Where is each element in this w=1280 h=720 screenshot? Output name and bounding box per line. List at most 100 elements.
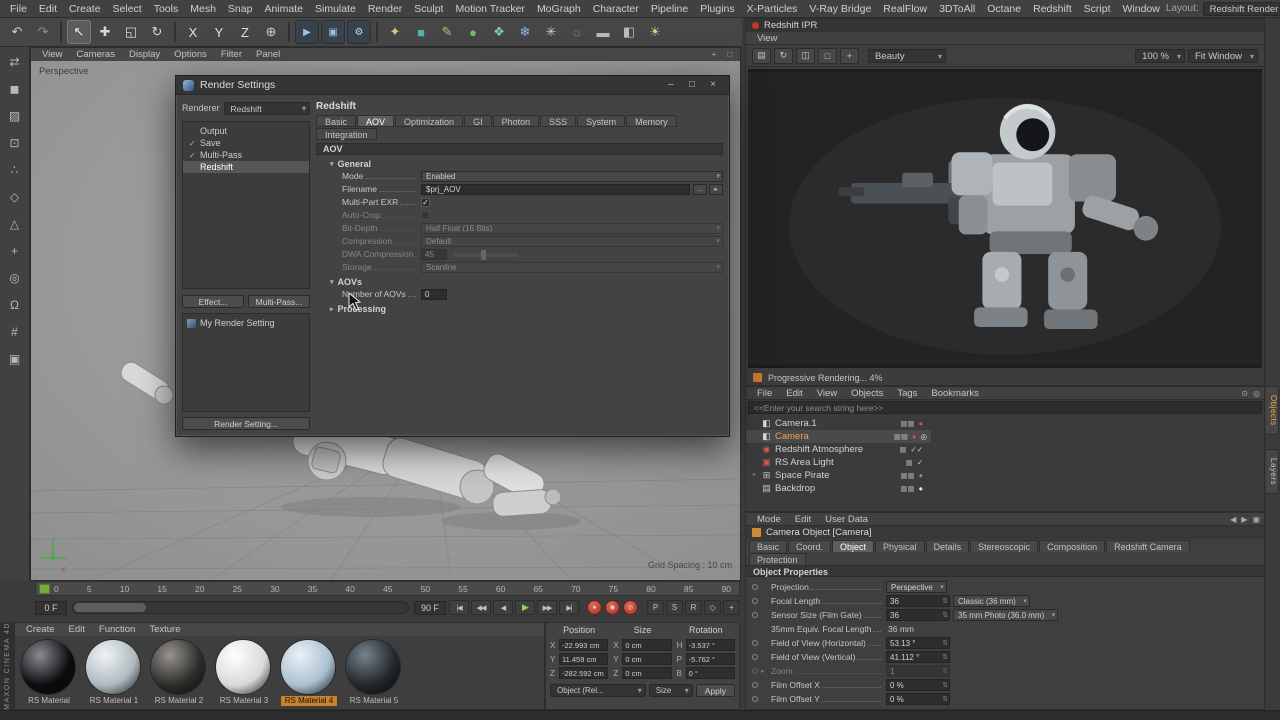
object-search-input[interactable] [749, 402, 1261, 413]
spline-pen-icon[interactable]: ✎ [435, 20, 459, 44]
material-item[interactable]: RS Material 5 [346, 640, 402, 706]
token-menu-button[interactable]: ▸ [709, 184, 723, 195]
multi-pass-button[interactable]: Multi-Pass... [248, 295, 310, 308]
group-arrow-icon[interactable]: ▾ [330, 160, 334, 168]
live-selection-icon[interactable]: ↖ [67, 20, 91, 44]
autokeying-button[interactable]: ◉ [605, 600, 620, 615]
keyframe-dot[interactable] [752, 682, 758, 688]
attribute-tab[interactable]: Protection [749, 553, 806, 565]
setting-dropdown[interactable]: Half Float (16 Bits) [421, 223, 723, 234]
tree-check-icon[interactable]: ✓ [187, 151, 197, 160]
position-field[interactable]: -282.592 cm [559, 667, 609, 679]
state-dot-icon[interactable]: ✓ [917, 458, 923, 467]
parameter-key-toggle[interactable]: ◇ [704, 600, 721, 615]
setting-slider[interactable] [454, 249, 518, 260]
setting-dropdown[interactable]: Scanline [421, 262, 723, 273]
coord-size-mode-dropdown[interactable]: Size [648, 684, 693, 697]
settings-tab[interactable]: System [577, 115, 626, 127]
enable-axis-icon[interactable]: + [4, 240, 26, 262]
menu-item[interactable]: Octane [981, 3, 1027, 15]
attribute-number-field[interactable]: 36 [886, 595, 950, 607]
menu-item[interactable]: Render [362, 3, 408, 15]
model-mode-icon[interactable]: ◼ [4, 78, 26, 100]
settings-tab[interactable]: Optimization [395, 115, 464, 127]
apply-button[interactable]: Apply [695, 684, 735, 697]
setting-number-field[interactable]: 45 [421, 249, 447, 260]
modeling-cube-icon[interactable]: ■ [409, 20, 433, 44]
menu-item[interactable]: Simulate [309, 3, 362, 15]
lock-x-icon[interactable]: X [181, 20, 205, 44]
object-manager-menu-item[interactable]: File [750, 388, 779, 399]
menu-item[interactable]: Script [1078, 3, 1117, 15]
menu-item[interactable]: Window [1116, 3, 1165, 15]
camera-label[interactable]: Perspective [39, 66, 89, 77]
layout-dropdown[interactable]: Redshift Render (User) [1202, 1, 1280, 16]
history-forward-icon[interactable]: ▶ [1241, 515, 1247, 524]
menu-item[interactable]: Animate [258, 3, 309, 15]
attribute-number-field[interactable]: 0 % [886, 693, 950, 705]
menu-item[interactable]: Snap [222, 3, 259, 15]
settings-tab[interactable]: Photon [492, 115, 540, 127]
preset-name[interactable]: My Render Setting [200, 318, 275, 328]
points-mode-icon[interactable]: ∴ [4, 159, 26, 181]
attribute-menu-item[interactable]: Mode [750, 514, 788, 525]
state-dot-icon[interactable]: + [919, 471, 923, 480]
menu-item[interactable]: File [4, 3, 33, 15]
previous-key-button[interactable]: ◀◀ [471, 600, 491, 615]
viewport-menu-item[interactable]: Filter [214, 49, 249, 60]
material-item[interactable]: RS Material 4 [281, 640, 337, 706]
close-button[interactable]: × [704, 78, 722, 92]
menu-item[interactable]: Mesh [184, 3, 222, 15]
object-row[interactable]: + ⊞ Space Pirate ▦▦ + [746, 469, 931, 482]
attribute-tab[interactable]: Redshift Camera [1106, 540, 1190, 552]
tag-icons[interactable]: ▦▦ [900, 471, 914, 480]
menu-item[interactable]: 3DToAll [933, 3, 981, 15]
timeline-range-slider[interactable] [72, 601, 409, 614]
settings-tree-item[interactable]: Redshift [183, 161, 309, 173]
magic-icon[interactable]: ✦ [383, 20, 407, 44]
attribute-number-field[interactable]: 53.13 ° [886, 637, 950, 649]
attribute-number-field[interactable]: 1 [886, 665, 950, 677]
group-arrow-icon[interactable]: ▸ [330, 305, 334, 313]
material-preview-sphere[interactable] [281, 640, 335, 694]
setting-dropdown[interactable]: Enabled [421, 171, 723, 182]
object-name[interactable]: Redshift Atmosphere [775, 444, 863, 455]
object-row[interactable]: ◧ Camera.1 ▦▦ ● [746, 417, 931, 430]
volume-icon[interactable]: ◌ [565, 20, 589, 44]
renderer-dropdown[interactable]: Redshift [223, 101, 310, 115]
go-to-start-button[interactable]: |◀ [449, 600, 469, 615]
search-icon[interactable]: ◎ [1253, 389, 1260, 398]
convert-icon[interactable]: ⇄ [4, 51, 26, 73]
state-dot-icon[interactable]: ● [912, 432, 917, 441]
minimize-button[interactable]: – [662, 78, 680, 92]
menu-item[interactable]: Edit [33, 3, 63, 15]
settings-tree-item[interactable]: ✓ Multi-Pass [183, 149, 309, 161]
end-frame-field[interactable]: 90 F [414, 600, 446, 615]
rotation-field[interactable]: -3.537 ° [685, 639, 735, 651]
tree-item-label[interactable]: Save [200, 138, 221, 148]
menu-item[interactable]: RealFlow [877, 3, 933, 15]
effect-button[interactable]: Effect... [182, 295, 244, 308]
object-manager-menu-item[interactable]: View [810, 388, 844, 399]
settings-tab[interactable]: Memory [626, 115, 677, 127]
object-name[interactable]: Camera [775, 431, 809, 442]
toolbar-separator[interactable] [174, 22, 176, 42]
previous-frame-button[interactable]: ◀ [493, 600, 513, 615]
render-setting-button[interactable]: Render Setting... [182, 417, 310, 430]
filter-icon[interactable]: ⊙ [1241, 389, 1248, 398]
material-preview-sphere[interactable] [346, 640, 400, 694]
position-field[interactable]: 11.459 cm [559, 653, 609, 665]
lock-panel-icon[interactable]: ▣ [1252, 515, 1260, 524]
rotation-field[interactable]: 0 ° [685, 667, 735, 679]
fit-window-dropdown[interactable]: Fit Window [1188, 48, 1258, 63]
timeline-playhead[interactable] [39, 584, 50, 594]
edges-mode-icon[interactable]: ◇ [4, 186, 26, 208]
object-manager-menu-item[interactable]: Edit [779, 388, 809, 399]
dock-vertical-tab[interactable]: Objects [1266, 386, 1279, 435]
attribute-number-field[interactable]: 36 [886, 609, 950, 621]
render-settings-icon[interactable]: ⚙ [347, 20, 371, 44]
object-name[interactable]: Backdrop [775, 483, 815, 494]
tag-icons[interactable]: ▦▦ [900, 419, 914, 428]
polygons-mode-icon[interactable]: △ [4, 213, 26, 235]
render-region-icon[interactable]: □ [818, 47, 837, 64]
